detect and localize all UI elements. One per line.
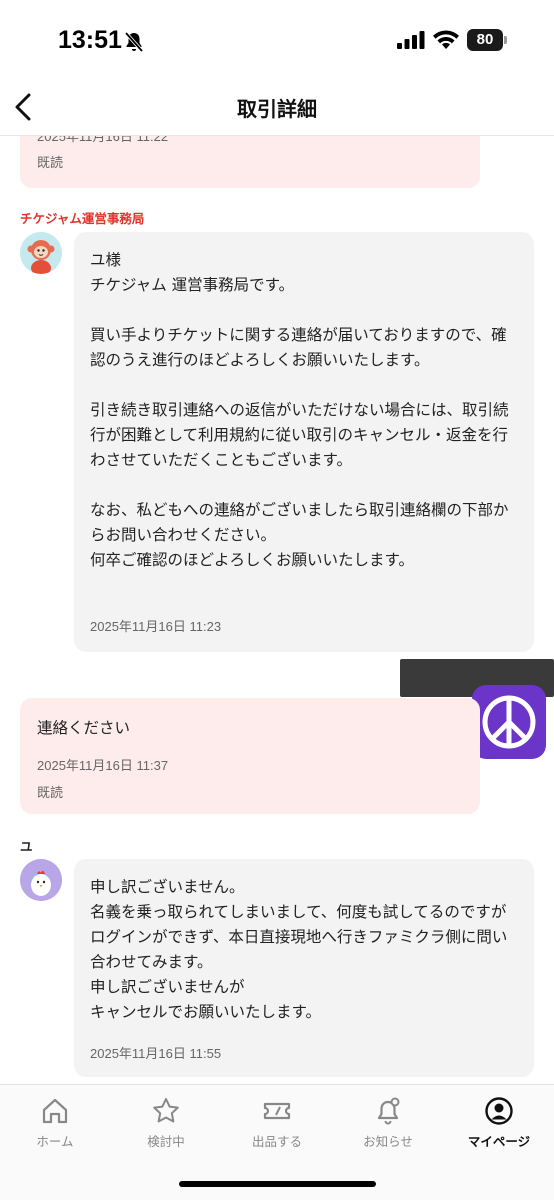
message-bubble-other: 申し訳ございません。 名義を乗っ取られてしまいまして、何度も試してるのですがログ…	[74, 859, 534, 1077]
avatar[interactable]	[20, 859, 62, 901]
tab-label: 出品する	[251, 1134, 302, 1149]
sender-name: チケジャム運営事務局	[20, 211, 145, 226]
tab-notifications[interactable]: お知らせ	[333, 1095, 443, 1150]
tab-mypage[interactable]: マイページ	[444, 1095, 554, 1150]
message-bubble-own: 2025年11月16日 11:22 既読	[20, 136, 480, 188]
message-bubble-other: ユ様 チケジャム 運営事務局です。 買い手よりチケットに関する連絡が届いておりま…	[74, 232, 534, 652]
peace-sign-sticker	[472, 685, 546, 759]
message-text: ユ様 チケジャム 運営事務局です。 買い手よりチケットに関する連絡が届いておりま…	[90, 251, 509, 569]
message-text: 申し訳ございません。 名義を乗っ取られてしまいまして、何度も試してるのですがログ…	[90, 878, 508, 1021]
status-time: 13:51	[58, 26, 122, 54]
tab-label: マイページ	[467, 1134, 531, 1149]
chat-thread[interactable]: 2025年11月16日 11:22 既読 チケジャム運営事務局 ユ様 チケジャム…	[0, 136, 554, 1084]
tab-sell[interactable]: 出品する	[222, 1095, 332, 1150]
message-bubble-own: 連絡ください 2025年11月16日 11:37 既読	[20, 698, 480, 814]
battery-level: 80	[467, 29, 503, 51]
status-bar: 13:51 80	[0, 0, 554, 80]
bell-off-icon	[124, 31, 144, 53]
nav-header: 取引詳細	[0, 80, 554, 136]
message-time: 2025年11月16日 11:37	[37, 758, 169, 773]
message-time: 2025年11月16日 11:55	[90, 1046, 222, 1061]
tab-watchlist[interactable]: 検討中	[111, 1095, 221, 1150]
message-time: 2025年11月16日 11:23	[90, 619, 222, 634]
ticket-icon	[263, 1102, 291, 1120]
read-status: 既読	[37, 156, 64, 171]
chicken-avatar-icon	[20, 859, 62, 901]
avatar[interactable]	[20, 232, 62, 274]
tab-label: 検討中	[147, 1134, 185, 1149]
star-icon	[153, 1098, 179, 1123]
profile-icon	[485, 1097, 513, 1125]
sender-name: ユ	[20, 839, 33, 854]
tab-label: ホーム	[36, 1134, 74, 1149]
signal-icon	[397, 31, 425, 49]
bell-icon	[377, 1097, 400, 1125]
monkey-mascot-icon	[20, 232, 62, 274]
peace-icon	[482, 695, 536, 749]
message-text: 連絡ください	[37, 719, 131, 737]
wifi-icon	[433, 30, 459, 49]
home-indicator[interactable]	[179, 1181, 376, 1187]
message-time: 2025年11月16日 11:22	[37, 136, 169, 144]
read-status: 既読	[37, 786, 64, 801]
page-title: 取引詳細	[237, 97, 317, 121]
tab-home[interactable]: ホーム	[0, 1095, 110, 1150]
battery-icon: 80	[467, 29, 507, 51]
tab-label: お知らせ	[363, 1134, 413, 1149]
home-icon	[42, 1098, 68, 1124]
